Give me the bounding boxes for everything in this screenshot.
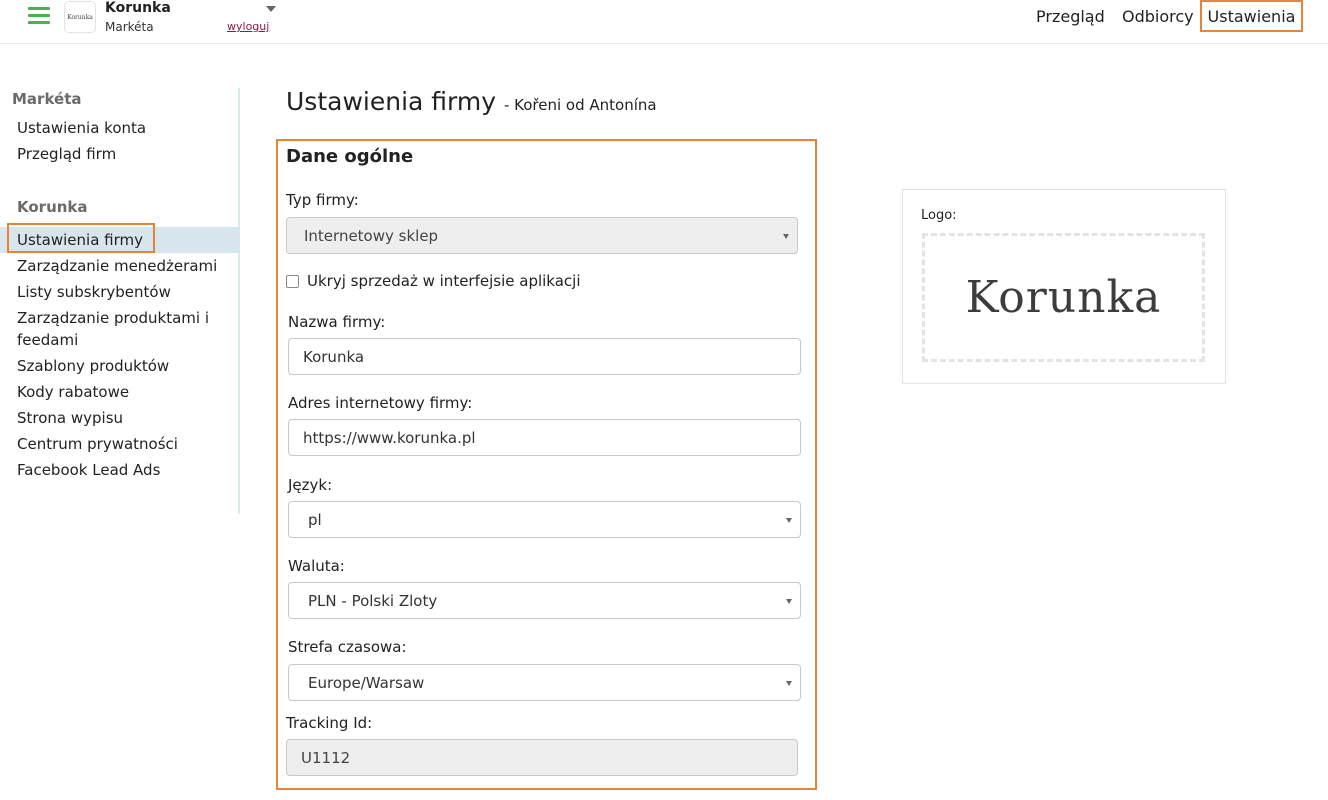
company-logo: Korunka [965, 272, 1162, 323]
sidebar-item-company-settings[interactable]: Ustawienia firmy [17, 229, 143, 251]
company-url-value: https://www.korunka.pl [303, 428, 476, 447]
sidebar-item-subscriber-lists[interactable]: Listy subskrybentów [17, 281, 171, 303]
sidebar-item-companies-overview[interactable]: Przegląd firm [17, 143, 116, 165]
hamburger-icon[interactable] [28, 7, 50, 25]
sidebar-item-discount-codes[interactable]: Kody rabatowe [17, 381, 129, 403]
currency-label: Waluta: [288, 557, 345, 575]
sidebar-item-managers[interactable]: Zarządzanie menedżerami [17, 255, 217, 277]
account-logo: Korunka [64, 1, 96, 33]
account-name: Korunka [105, 0, 171, 16]
company-type-label: Typ firmy: [286, 191, 359, 209]
tracking-id-input: U1112 [286, 739, 798, 776]
timezone-select[interactable]: Europe/Warsaw [288, 664, 801, 701]
company-type-select: Internetowy sklep [286, 217, 798, 254]
company-url-input[interactable]: https://www.korunka.pl [288, 419, 801, 456]
timezone-label: Strefa czasowa: [288, 638, 407, 656]
sidebar-item-privacy-center[interactable]: Centrum prywatności [17, 433, 178, 455]
company-name-input[interactable]: Korunka [288, 338, 801, 375]
logout-link[interactable]: wyloguj [227, 20, 269, 33]
hide-sales-label[interactable]: Ukryj sprzedaż w interfejsie aplikacji [307, 272, 581, 290]
language-select[interactable]: pl [288, 501, 801, 538]
company-name-value: Korunka [303, 347, 365, 366]
language-label: Język: [288, 476, 333, 494]
sidebar-heading-user: Markéta [12, 90, 82, 108]
nav-przeglad[interactable]: Przegląd [1036, 0, 1105, 32]
section-title: Dane ogólne [286, 146, 414, 167]
timezone-value: Europe/Warsaw [308, 673, 425, 692]
sidebar-heading-company: Korunka [17, 198, 88, 216]
sidebar-item-unsubscribe-page[interactable]: Strona wypisu [17, 407, 123, 429]
page-title: Ustawienia firmy - Kořeni od Antonína [286, 87, 657, 116]
top-bar: Korunka Korunka Markéta wyloguj Przegląd… [0, 0, 1328, 44]
caret-down-icon [786, 518, 792, 523]
sidebar-item-product-templates[interactable]: Szablony produktów [17, 355, 169, 377]
logo-upload-area[interactable]: Korunka [922, 233, 1205, 362]
tracking-id-label: Tracking Id: [286, 714, 373, 732]
company-name-label: Nazwa firmy: [288, 313, 386, 331]
company-type-value: Internetowy sklep [304, 226, 439, 245]
sidebar-item-facebook-lead-ads[interactable]: Facebook Lead Ads [17, 459, 160, 481]
nav-odbiorcy[interactable]: Odbiorcy [1122, 0, 1194, 32]
caret-down-icon [786, 681, 792, 686]
tracking-id-value: U1112 [301, 748, 351, 767]
page-title-main: Ustawienia firmy [286, 87, 497, 116]
caret-down-icon [786, 599, 792, 604]
page-subtitle: - Kořeni od Antonína [503, 96, 657, 114]
logo-label: Logo: [921, 208, 957, 223]
company-url-label: Adres internetowy firmy: [288, 394, 473, 412]
sidebar-item-account-settings[interactable]: Ustawienia konta [17, 117, 146, 139]
account-user: Markéta [105, 20, 154, 34]
caret-down-icon [783, 234, 789, 239]
language-value: pl [308, 510, 322, 529]
currency-select[interactable]: PLN - Polski Zloty [288, 582, 801, 619]
currency-value: PLN - Polski Zloty [308, 591, 438, 610]
nav-ustawienia[interactable]: Ustawienia [1200, 0, 1303, 32]
sidebar-item-products-feeds[interactable]: Zarządzanie produktami i feedami [17, 307, 217, 351]
chevron-down-icon[interactable] [266, 6, 276, 12]
hide-sales-checkbox[interactable] [286, 275, 299, 288]
